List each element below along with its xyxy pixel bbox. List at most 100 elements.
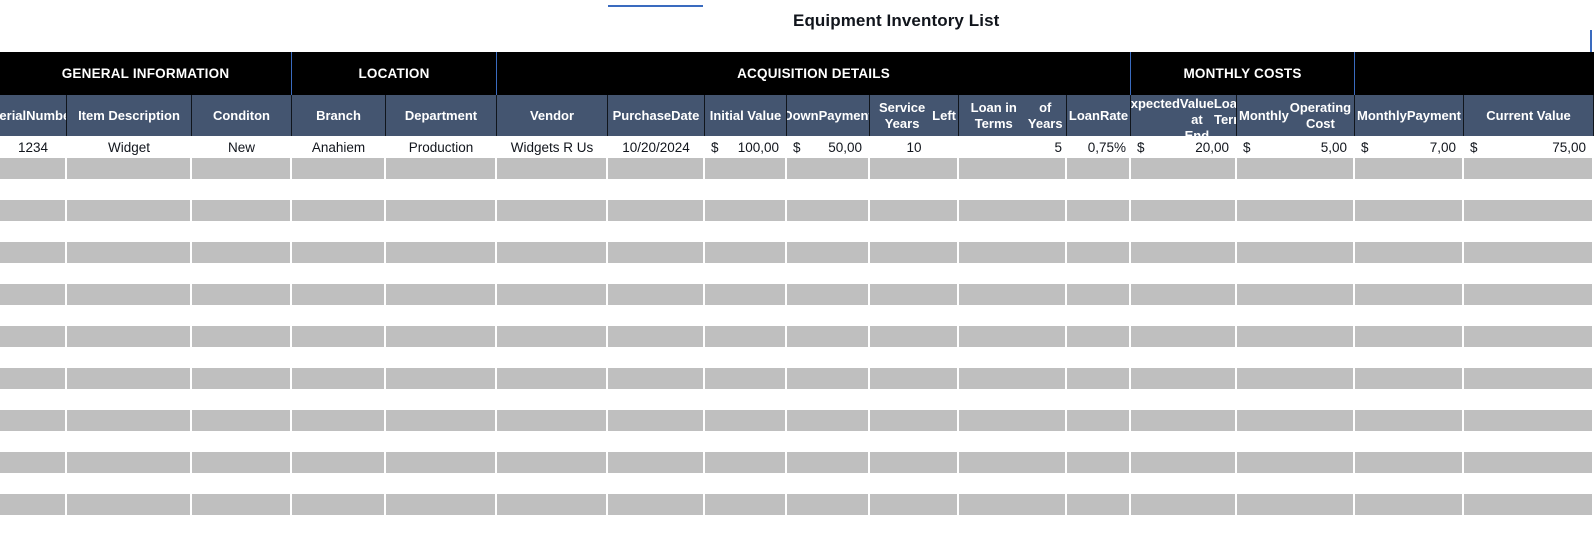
empty-row-blank[interactable]: [0, 515, 1594, 536]
empty-cell[interactable]: [0, 368, 67, 389]
empty-cell[interactable]: [1355, 179, 1464, 200]
empty-cell[interactable]: [1067, 242, 1131, 263]
empty-cell[interactable]: [386, 389, 497, 410]
column-header-monthly-operating-cost[interactable]: Monthly Operating Cost: [1237, 95, 1355, 136]
empty-cell[interactable]: [1131, 326, 1237, 347]
empty-cell[interactable]: [1355, 284, 1464, 305]
empty-cell[interactable]: [705, 305, 787, 326]
empty-cell[interactable]: [1067, 368, 1131, 389]
empty-cell[interactable]: [386, 515, 497, 536]
empty-cell[interactable]: [1131, 389, 1237, 410]
empty-cell[interactable]: [1131, 431, 1237, 452]
empty-cell[interactable]: [705, 221, 787, 242]
empty-cell[interactable]: [67, 158, 192, 179]
empty-cell[interactable]: [497, 389, 608, 410]
empty-cell[interactable]: [1067, 263, 1131, 284]
empty-cell[interactable]: [386, 473, 497, 494]
cell-initial-value[interactable]: $100,00: [705, 136, 787, 158]
empty-cell[interactable]: [497, 221, 608, 242]
empty-cell[interactable]: [1355, 473, 1464, 494]
empty-cell[interactable]: [959, 410, 1067, 431]
empty-cell[interactable]: [192, 473, 292, 494]
empty-cell[interactable]: [1355, 326, 1464, 347]
empty-cell[interactable]: [705, 473, 787, 494]
empty-cell[interactable]: [67, 368, 192, 389]
table-row[interactable]: 1234 Widget New Anahiem Production Widgets R …: [0, 136, 1594, 158]
empty-cell[interactable]: [705, 389, 787, 410]
empty-cell[interactable]: [192, 515, 292, 536]
empty-cell[interactable]: [705, 326, 787, 347]
empty-cell[interactable]: [0, 326, 67, 347]
empty-cell[interactable]: [497, 242, 608, 263]
empty-cell[interactable]: [608, 515, 705, 536]
empty-cell[interactable]: [292, 410, 386, 431]
empty-cell[interactable]: [1464, 284, 1594, 305]
empty-cell[interactable]: [705, 242, 787, 263]
empty-cell[interactable]: [1131, 263, 1237, 284]
empty-cell[interactable]: [292, 452, 386, 473]
empty-cell[interactable]: [1237, 368, 1355, 389]
empty-cell[interactable]: [497, 368, 608, 389]
empty-cell[interactable]: [1237, 263, 1355, 284]
empty-row-shaded[interactable]: [0, 368, 1594, 389]
empty-row-blank[interactable]: [0, 263, 1594, 284]
empty-cell[interactable]: [1237, 389, 1355, 410]
empty-cell[interactable]: [497, 494, 608, 515]
empty-cell[interactable]: [67, 515, 192, 536]
empty-cell[interactable]: [1355, 158, 1464, 179]
empty-row-blank[interactable]: [0, 389, 1594, 410]
empty-cell[interactable]: [959, 368, 1067, 389]
empty-cell[interactable]: [959, 515, 1067, 536]
empty-cell[interactable]: [1067, 473, 1131, 494]
empty-cell[interactable]: [1464, 368, 1594, 389]
empty-cell[interactable]: [1131, 200, 1237, 221]
empty-cell[interactable]: [497, 326, 608, 347]
empty-cell[interactable]: [192, 305, 292, 326]
empty-cell[interactable]: [1131, 368, 1237, 389]
empty-cell[interactable]: [608, 200, 705, 221]
empty-cell[interactable]: [608, 389, 705, 410]
empty-cell[interactable]: [1464, 473, 1594, 494]
empty-cell[interactable]: [192, 158, 292, 179]
empty-cell[interactable]: [705, 263, 787, 284]
empty-cell[interactable]: [787, 494, 870, 515]
empty-cell[interactable]: [0, 200, 67, 221]
empty-cell[interactable]: [959, 179, 1067, 200]
empty-cell[interactable]: [1067, 221, 1131, 242]
empty-cell[interactable]: [0, 494, 67, 515]
empty-cell[interactable]: [386, 179, 497, 200]
empty-cell[interactable]: [192, 284, 292, 305]
empty-cell[interactable]: [292, 305, 386, 326]
column-header-vendor[interactable]: Vendor: [497, 95, 608, 136]
empty-cell[interactable]: [1067, 326, 1131, 347]
empty-cell[interactable]: [386, 284, 497, 305]
empty-cell[interactable]: [1464, 221, 1594, 242]
empty-cell[interactable]: [192, 368, 292, 389]
column-header-conditon[interactable]: Conditon: [192, 95, 292, 136]
empty-cell[interactable]: [292, 473, 386, 494]
empty-row-shaded[interactable]: [0, 158, 1594, 179]
empty-cell[interactable]: [497, 263, 608, 284]
empty-cell[interactable]: [1464, 158, 1594, 179]
empty-cell[interactable]: [0, 389, 67, 410]
empty-cell[interactable]: [959, 389, 1067, 410]
column-header-serial-number[interactable]: SerialNumber: [0, 95, 67, 136]
empty-cell[interactable]: [386, 158, 497, 179]
empty-cell[interactable]: [1464, 515, 1594, 536]
empty-cell[interactable]: [67, 347, 192, 368]
empty-cell[interactable]: [787, 368, 870, 389]
empty-cell[interactable]: [1464, 347, 1594, 368]
empty-cell[interactable]: [608, 410, 705, 431]
empty-cell[interactable]: [1067, 179, 1131, 200]
empty-cell[interactable]: [1067, 410, 1131, 431]
empty-cell[interactable]: [67, 473, 192, 494]
empty-cell[interactable]: [0, 242, 67, 263]
empty-cell[interactable]: [870, 158, 959, 179]
empty-cell[interactable]: [1355, 431, 1464, 452]
empty-cell[interactable]: [870, 494, 959, 515]
empty-cell[interactable]: [292, 263, 386, 284]
cell-monthly-payment[interactable]: $7,00: [1355, 136, 1464, 158]
empty-cell[interactable]: [1237, 200, 1355, 221]
empty-cell[interactable]: [497, 284, 608, 305]
empty-row-blank[interactable]: [0, 431, 1594, 452]
